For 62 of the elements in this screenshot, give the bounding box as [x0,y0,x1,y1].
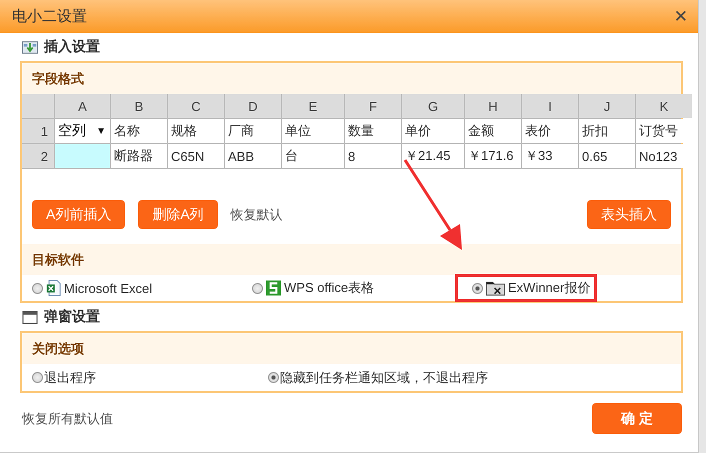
section-title: 插入设置 [44,38,100,56]
column-header: J [579,94,635,118]
radio-button[interactable] [32,372,43,383]
table-cell: ￥171.6 [465,144,521,168]
folder-icon [486,280,505,296]
table-cell: 数量 [345,119,401,143]
table-cell: 厂商 [225,119,281,143]
spreadsheet-icon [266,280,281,296]
table-cell: 折扣 [579,119,635,143]
table-cell: 单价 [402,119,464,143]
option-label: ExWinner报价 [508,279,590,297]
action-button[interactable]: A列前插入 [32,200,126,229]
action-button[interactable]: 删除A列 [138,200,218,229]
radio-button[interactable] [268,372,279,383]
corner-cell [22,94,54,118]
column-header: H [465,94,521,118]
row-header: 1 [22,119,54,143]
close-button[interactable]: ✕ [674,8,688,26]
active-cell[interactable] [55,144,110,168]
radio-button[interactable] [472,282,483,294]
column-header: A [55,94,110,118]
table-cell: ￥33 [522,144,578,168]
column-header: C [168,94,224,118]
table-cell: 台 [282,144,344,168]
table-cell: 8 [345,144,401,168]
table-cell: C65N [168,144,224,168]
table-cell: 金额 [465,119,521,143]
column-header: F [345,94,401,118]
panel-title: 字段格式 [32,70,84,88]
spreadsheet-icon [46,280,61,296]
column-header: G [402,94,464,118]
radio-button[interactable] [252,282,263,294]
radio-button[interactable] [32,282,43,294]
panel-title: 关闭选项 [32,340,84,358]
column-header: E [282,94,344,118]
column-dropdown[interactable]: 空列 ▼ [55,119,110,143]
table-cell: 表价 [522,119,578,143]
panel-title: 目标软件 [32,250,84,268]
row-header: 2 [22,144,54,168]
table-cell: ABB [225,144,281,168]
option-label: Microsoft Excel [64,280,152,296]
ok-button[interactable]: 确 定 [592,403,682,434]
table-cell: 规格 [168,119,224,143]
column-header: K [636,94,692,118]
option-label: 退出程序 [44,368,96,386]
insert-icon [22,40,38,54]
table-cell: 名称 [111,119,167,143]
reset-link[interactable]: 恢复默认 [230,206,283,224]
reset-all-link[interactable]: 恢复所有默认值 [22,410,113,428]
window-title: 电小二设置 [12,7,87,26]
column-header: I [522,94,578,118]
table-cell: 单位 [282,119,344,143]
column-header: D [225,94,281,118]
option-label: WPS office表格 [284,279,374,297]
table-cell: ￥21.45 [402,144,464,168]
table-cell: 断路器 [111,144,167,168]
column-header: B [111,94,167,118]
section-title: 弹窗设置 [44,308,100,326]
table-cell: 0.65 [579,144,635,168]
option-label: 隐藏到任务栏通知区域，不退出程序 [280,368,488,386]
window-icon [22,310,38,324]
header-insert-button[interactable]: 表头插入 [587,200,671,229]
